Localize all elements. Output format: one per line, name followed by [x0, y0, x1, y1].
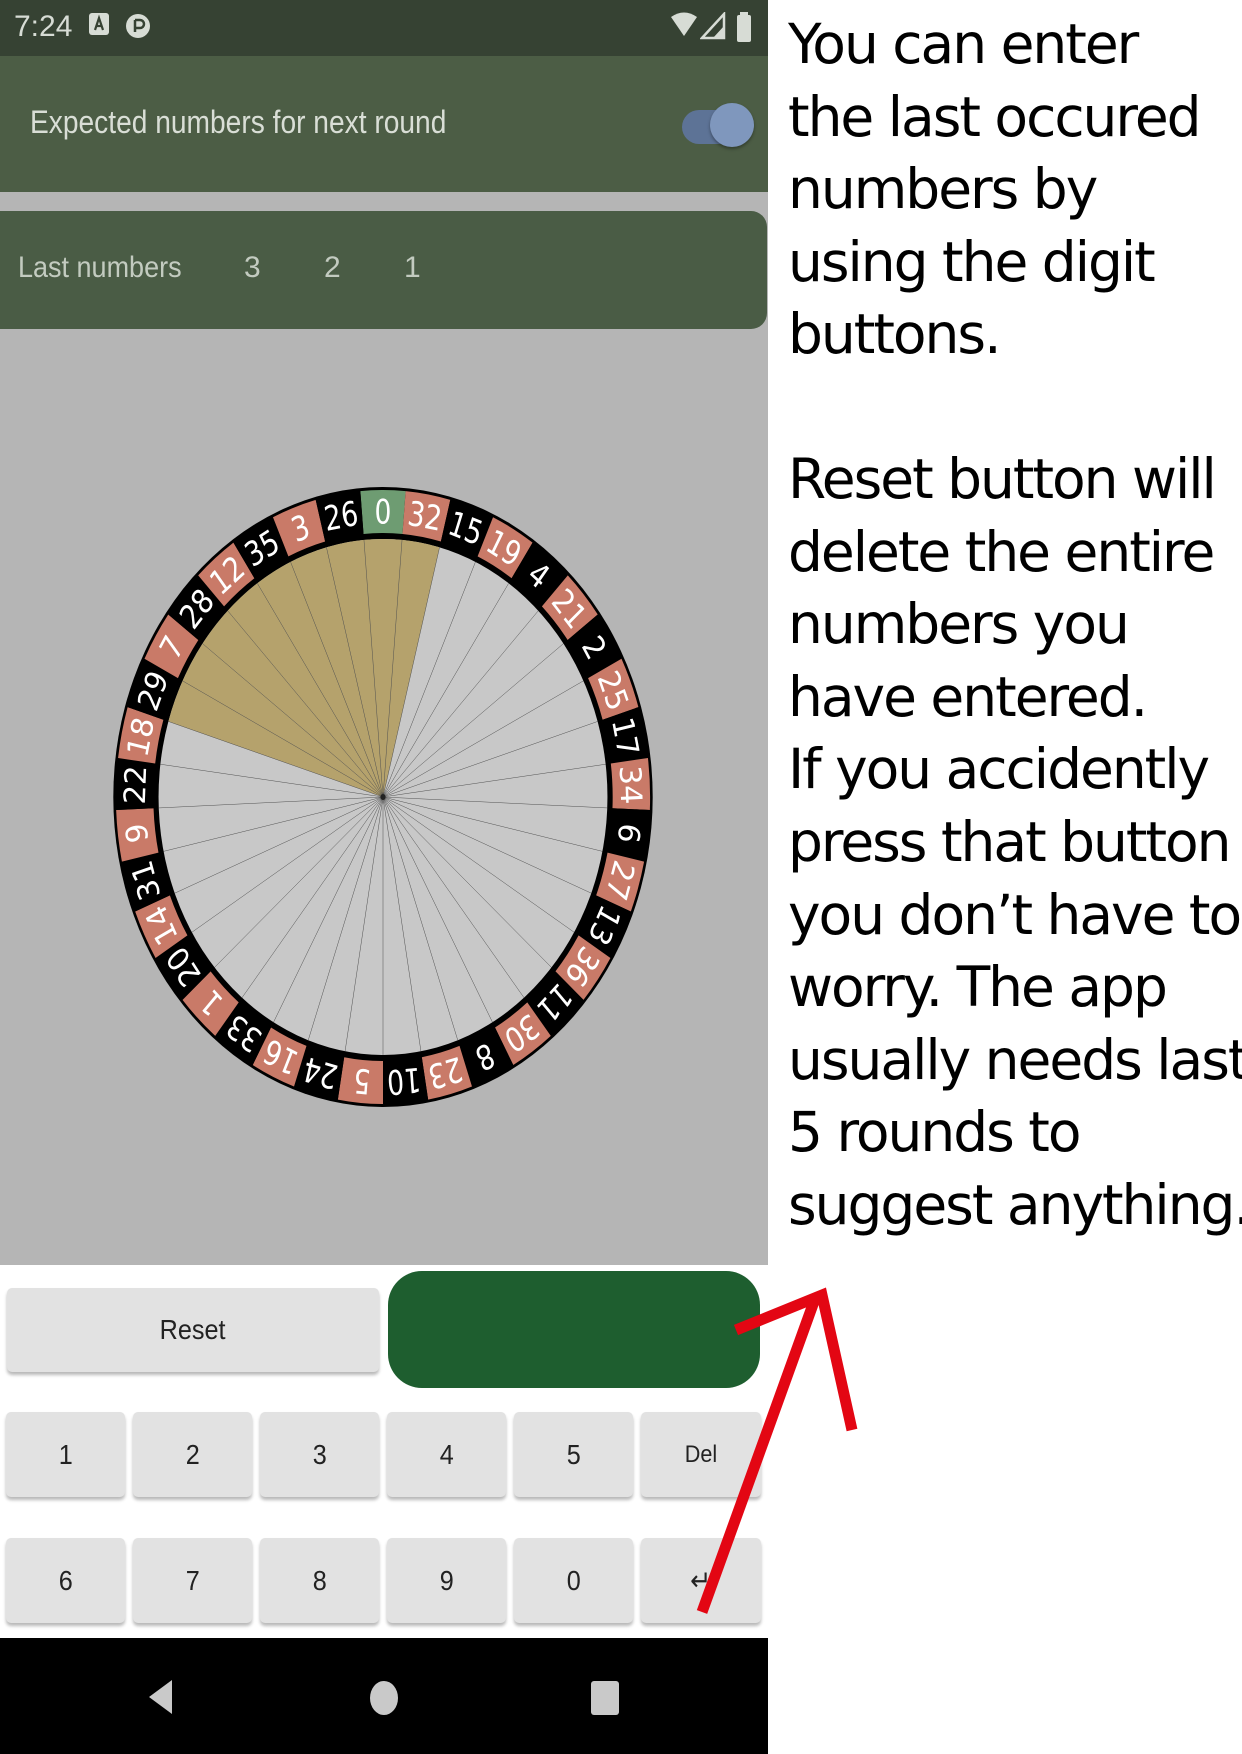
- recents-icon[interactable]: [590, 1680, 620, 1716]
- digit-6-button[interactable]: 6: [6, 1538, 125, 1623]
- digit-label: 0: [566, 1564, 581, 1596]
- battery-icon: [737, 12, 751, 42]
- tutorial-annotation: You can enter the last occured numbers b…: [788, 8, 1242, 1242]
- back-icon[interactable]: [146, 1678, 174, 1716]
- digit-label: 1: [58, 1438, 73, 1470]
- digit-5-button[interactable]: 5: [514, 1412, 633, 1497]
- digit-1-button[interactable]: 1: [6, 1412, 125, 1497]
- delete-label: Del: [684, 1440, 718, 1468]
- digit-0-button[interactable]: 0: [514, 1538, 633, 1623]
- digit-label: 5: [566, 1438, 581, 1470]
- digit-3-button[interactable]: 3: [260, 1412, 379, 1497]
- annotation-line: suggest anything.: [788, 1172, 1242, 1237]
- roulette-wheel-area: 0 32 15 19 4 21 2 25 17 34 6 27 13 36 11 30 8 23 10 5 24 16 33…: [0, 329, 768, 1265]
- digit-2-button[interactable]: 2: [133, 1412, 252, 1497]
- annotation-line: you don’t have to: [788, 882, 1242, 947]
- pocket-number: 10: [386, 1059, 423, 1103]
- annotation-gap: [788, 371, 1242, 443]
- app-bar: Expected numbers for next round: [0, 56, 768, 192]
- last-number: 3: [244, 251, 261, 284]
- annotation-line: using the digit: [788, 229, 1156, 294]
- last-numbers-card: Last numbers 3 2 1: [0, 211, 767, 329]
- submit-button[interactable]: [388, 1271, 760, 1388]
- pocket-number: 34: [612, 765, 649, 806]
- signal-icon: [700, 12, 726, 40]
- annotation-line: You can enter: [788, 12, 1139, 76]
- digit-label: 9: [439, 1564, 454, 1596]
- annotation-line: the last occured: [788, 84, 1202, 149]
- delete-button[interactable]: Del: [641, 1412, 761, 1497]
- app-title: Expected numbers for next round: [30, 104, 447, 140]
- annotation-line: delete the entire: [788, 519, 1215, 584]
- annotation-line: 5 rounds to: [788, 1100, 1082, 1165]
- digit-8-button[interactable]: 8: [260, 1538, 379, 1623]
- reset-label: Reset: [160, 1314, 226, 1345]
- status-time: 7:24: [14, 10, 73, 43]
- digit-label: 6: [58, 1564, 73, 1596]
- digit-label: 7: [185, 1564, 200, 1596]
- annotation-line: press that button: [788, 809, 1232, 874]
- digit-label: 2: [185, 1438, 200, 1470]
- roulette-wheel: 0 32 1519421225173462713361130823105241633…: [113, 487, 653, 1107]
- last-number: 1: [404, 251, 421, 284]
- digit-label: 4: [439, 1438, 454, 1470]
- annotation-line: If you accidently: [788, 737, 1210, 802]
- pocket-number: 18: [120, 714, 162, 761]
- pocket-number: 22: [117, 765, 154, 806]
- annotation-line: have entered.: [788, 664, 1148, 729]
- phone-screen: 7:24 Expected numbers for next round Las…: [0, 0, 768, 1754]
- last-numbers-label: Last numbers: [18, 251, 182, 284]
- digit-9-button[interactable]: 9: [387, 1538, 506, 1623]
- pocket-number: 32: [405, 493, 444, 540]
- digit-7-button[interactable]: 7: [133, 1538, 252, 1623]
- app-notification-icon: [126, 14, 150, 38]
- navigation-bar: [0, 1638, 768, 1754]
- accessibility-notification-icon: [89, 13, 109, 35]
- digit-4-button[interactable]: 4: [387, 1412, 506, 1497]
- annotation-line: Reset button will: [788, 446, 1217, 511]
- pocket-number: 26: [321, 493, 360, 540]
- last-number: 2: [324, 251, 341, 284]
- digit-label: 8: [312, 1564, 327, 1596]
- wifi-icon: [671, 12, 697, 36]
- pocket-number: 17: [605, 714, 647, 761]
- wheel-hub: [380, 794, 386, 800]
- status-bar: 7:24: [0, 0, 768, 56]
- annotation-line: usually needs last: [788, 1027, 1242, 1092]
- pocket-number: 0: [375, 492, 392, 533]
- annotation-line: numbers you: [788, 592, 1130, 657]
- reset-button[interactable]: Reset: [7, 1288, 379, 1372]
- annotation-line: buttons.: [788, 302, 1002, 367]
- annotation-line: numbers by: [788, 157, 1098, 222]
- annotation-line: worry. The app: [788, 955, 1168, 1020]
- prediction-toggle-thumb[interactable]: [710, 103, 754, 147]
- enter-button[interactable]: ↵: [641, 1538, 761, 1623]
- home-icon[interactable]: [369, 1680, 399, 1716]
- enter-icon: ↵: [690, 1565, 712, 1596]
- pocket-number: 5: [352, 1060, 372, 1102]
- digit-label: 3: [312, 1438, 327, 1470]
